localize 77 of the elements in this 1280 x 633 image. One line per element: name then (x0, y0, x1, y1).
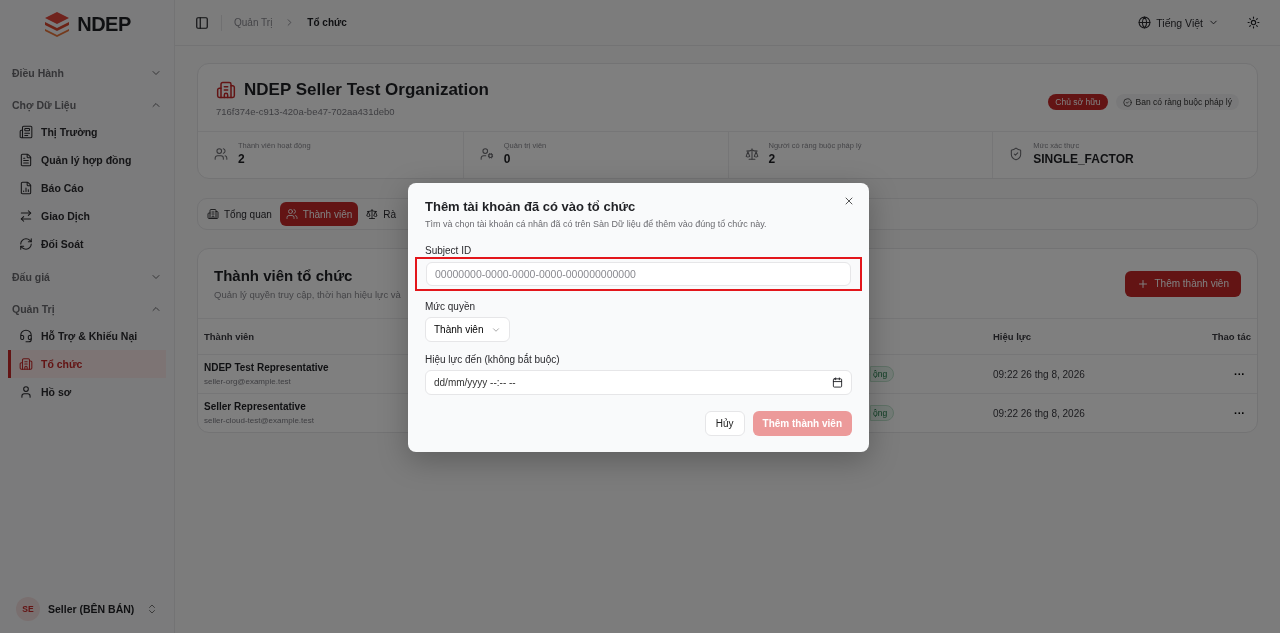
user-gear-icon (479, 146, 494, 161)
column-header: Thao tác (1211, 331, 1251, 342)
field-label: Subject ID (425, 245, 473, 256)
building-icon (207, 208, 219, 220)
breadcrumb-item: Tổ chức (307, 17, 347, 28)
language-selector[interactable]: Tiếng Việt (1132, 15, 1225, 30)
column-header: Hiệu lực (993, 331, 1033, 342)
role-badge: Chủ sở hữu (1048, 94, 1108, 110)
sidebar-item[interactable]: Giao Dịch (8, 202, 166, 230)
close-icon (843, 195, 855, 207)
sidebar-item[interactable]: Quản lý hợp đồng (8, 146, 166, 174)
newspaper-icon (19, 125, 33, 139)
sidebar-group[interactable]: Đấu giá (8, 264, 166, 290)
field-label: Mức quyền (425, 301, 477, 312)
section-title: Thành viên tổ chức (214, 267, 354, 284)
field-label: Hiệu lực đến (không bắt buộc) (425, 354, 561, 365)
organization-id: 716f374e-c913-420a-be47-702aa431deb0 (216, 106, 396, 117)
sidebar-item[interactable]: Đối Soát (8, 230, 166, 258)
document-icon (19, 153, 33, 167)
member-email: seller-org@example.test (204, 377, 291, 386)
stat-value: 2 (768, 152, 777, 166)
status-badge: ộng (870, 366, 895, 382)
member-name: NDEP Test Representative (204, 362, 329, 373)
chart-document-icon (19, 181, 33, 195)
table-cell-text: 09:22 26 thg 8, 2026 (993, 407, 1086, 419)
arrows-icon (19, 209, 33, 223)
add-member-button[interactable]: Thêm thành viên (1124, 270, 1241, 297)
cancel-button[interactable]: Hủy (704, 411, 745, 436)
sidebar-item[interactable]: Tổ chức (8, 350, 166, 378)
sidebar-item[interactable]: Báo Cáo (8, 174, 166, 202)
stat-value: SINGLE_FACTOR (1033, 152, 1134, 166)
sidebar-group[interactable]: Điều Hành (8, 60, 166, 86)
dialog-description: Tìm và chọn tài khoản cá nhân đã có trên Sàn Dữ liệu để thêm vào đúng tổ chức này. (425, 219, 768, 229)
stat-value: 2 (238, 152, 246, 166)
sidebar-group[interactable]: Chợ Dữ Liệu (8, 92, 166, 118)
sidebar-group[interactable]: Quản Trị (8, 296, 166, 322)
status-badge: ộng (870, 405, 895, 421)
tab[interactable]: Rà (360, 202, 403, 226)
sidebar-item[interactable]: Hồ sơ (8, 378, 166, 406)
role-select[interactable]: Thành viên (425, 317, 511, 342)
headset-icon (19, 329, 33, 343)
calendar-icon[interactable] (832, 377, 843, 388)
building-icon (216, 80, 236, 100)
stat-value: 0 (503, 152, 512, 166)
up-down-icon[interactable] (146, 603, 158, 615)
tab[interactable]: Thành viên (279, 202, 359, 226)
dialog-title: Thêm tài khoản đã có vào tổ chức (425, 199, 637, 214)
tab[interactable]: Tổng quan (201, 202, 278, 226)
organization-name: NDEP Seller Test Organization (244, 80, 489, 100)
plus-icon (1136, 277, 1149, 290)
globe-icon (1138, 16, 1152, 29)
status-badge: Ban có ràng buộc pháp lý (1115, 94, 1239, 110)
table-cell-text: 09:22 26 thg 8, 2026 (993, 368, 1086, 380)
refresh-icon (19, 237, 33, 251)
logo-text: NDEP (77, 12, 131, 36)
scale-icon (744, 146, 759, 161)
building-icon (19, 357, 33, 371)
sidebar-item[interactable]: Thị Trường (8, 118, 166, 146)
avatar: SE (16, 597, 40, 621)
member-email: seller-cloud-test@example.test (204, 416, 314, 425)
users-icon (214, 146, 228, 161)
logo-icon (43, 10, 72, 38)
more-actions-button[interactable]: ··· (1228, 407, 1251, 419)
theme-toggle-icon[interactable] (1247, 16, 1260, 29)
users-icon (285, 208, 298, 220)
user-icon (19, 385, 33, 399)
check-circle-icon (1122, 97, 1132, 107)
date-field[interactable]: dd/mm/yyyy --:-- -- (425, 370, 852, 395)
input-field[interactable]: 00000000-0000-0000-0000-000000000000 (426, 262, 851, 286)
scale-icon (366, 208, 379, 220)
more-actions-button[interactable]: ··· (1228, 368, 1251, 380)
member-name: Seller Representative (204, 401, 306, 412)
sidebar-item[interactable]: Hỗ Trợ & Khiếu Nại (8, 322, 166, 350)
user-name[interactable]: Seller (BÊN BÁN) (48, 603, 138, 615)
shield-icon (1009, 146, 1024, 161)
sidebar-toggle-icon[interactable] (195, 15, 209, 30)
column-header: Thành viên (204, 331, 256, 342)
